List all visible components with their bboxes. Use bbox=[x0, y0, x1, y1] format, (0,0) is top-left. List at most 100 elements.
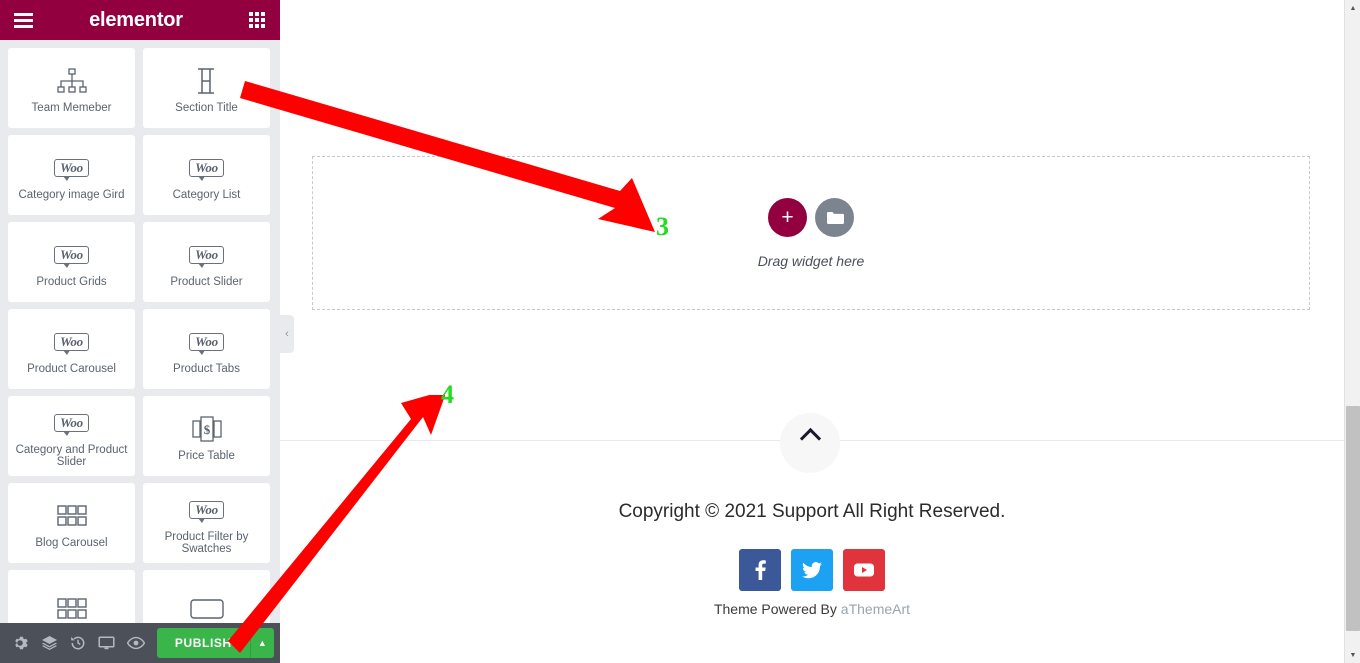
grid-dot bbox=[255, 24, 259, 28]
powered-by-text: Theme Powered By aThemeArt bbox=[280, 601, 1344, 617]
scroll-up-arrow[interactable]: ▲ bbox=[1345, 0, 1360, 16]
scroll-to-top-button[interactable] bbox=[780, 413, 840, 473]
woo-icon: Woo bbox=[54, 325, 89, 359]
grid-dot bbox=[261, 24, 265, 28]
responsive-icon[interactable] bbox=[92, 623, 121, 663]
widget-card-label: Product Grids bbox=[36, 276, 107, 288]
widget-card[interactable]: Woo Product Slider bbox=[143, 222, 270, 302]
heading-h-icon bbox=[192, 64, 222, 98]
widget-card-label: Category and Product Slider bbox=[15, 444, 128, 468]
widget-card[interactable]: Woo Product Carousel bbox=[8, 309, 135, 389]
youtube-button[interactable] bbox=[843, 549, 885, 591]
woo-badge: Woo bbox=[54, 159, 89, 181]
athemeart-link[interactable]: aThemeArt bbox=[841, 601, 910, 617]
grid-blocks-icon bbox=[56, 499, 87, 533]
grid-glyph bbox=[249, 12, 265, 28]
woo-icon: Woo bbox=[189, 238, 224, 272]
widget-card[interactable]: Woo Category image Gird bbox=[8, 135, 135, 215]
empty-section-dropzone[interactable]: + Drag widget here bbox=[312, 156, 1310, 310]
drag-widget-hint: Drag widget here bbox=[757, 252, 865, 269]
widget-card-label: Price Table bbox=[178, 450, 235, 462]
widget-card[interactable]: Team Memeber bbox=[8, 48, 135, 128]
widget-card[interactable]: Woo Product Tabs bbox=[143, 309, 270, 389]
annotation-number-3: 3 bbox=[656, 212, 669, 241]
page-canvas: + Drag widget here Copyright © 2021 Supp… bbox=[280, 0, 1344, 663]
woo-badge: Woo bbox=[189, 501, 224, 523]
hamburger-bar bbox=[13, 24, 33, 28]
history-glyph bbox=[71, 636, 85, 650]
grid-dot bbox=[249, 12, 253, 16]
widget-card-label: Blog Carousel bbox=[35, 537, 108, 549]
woo-icon: Woo bbox=[54, 238, 89, 272]
youtube-icon bbox=[854, 563, 874, 577]
widget-card[interactable]: $ Price Table bbox=[143, 396, 270, 476]
svg-text:$: $ bbox=[203, 422, 210, 437]
publish-options-caret[interactable]: ▲ bbox=[249, 628, 274, 658]
hamburger-menu-icon[interactable] bbox=[0, 0, 46, 40]
woo-badge: Woo bbox=[189, 333, 224, 355]
woo-icon: Woo bbox=[54, 406, 89, 440]
monitor-glyph bbox=[98, 636, 115, 650]
apps-grid-icon[interactable] bbox=[234, 0, 280, 40]
widget-card[interactable]: Blog Carousel bbox=[8, 483, 135, 563]
elementor-panel: elementor Team Memeber Section Title Woo Ca… bbox=[0, 0, 280, 663]
chevron-left-icon: ‹ bbox=[285, 328, 289, 340]
facebook-button[interactable] bbox=[739, 549, 781, 591]
woo-badge: Woo bbox=[54, 414, 89, 436]
eye-glyph bbox=[126, 636, 145, 650]
panel-footer-toolbar: PUBLISH ▲ bbox=[0, 623, 280, 663]
annotation-number-4: 4 bbox=[441, 380, 454, 409]
elementor-logo: elementor bbox=[89, 8, 183, 31]
folder-icon bbox=[826, 211, 844, 224]
woo-badge: Woo bbox=[189, 246, 224, 268]
woo-icon: Woo bbox=[189, 151, 224, 185]
widget-card[interactable]: Woo Product Grids bbox=[8, 222, 135, 302]
widget-card-label: Category image Gird bbox=[18, 189, 125, 201]
widget-card-label: Team Memeber bbox=[31, 102, 112, 114]
box-outline-icon bbox=[189, 592, 224, 626]
woo-badge: Woo bbox=[54, 333, 89, 355]
widget-card[interactable]: Section Title bbox=[143, 48, 270, 128]
copyright-text: Copyright © 2021 Support All Right Reser… bbox=[618, 501, 1006, 522]
grid-dot bbox=[261, 18, 265, 22]
add-template-button[interactable] bbox=[815, 197, 854, 237]
grid-dot bbox=[249, 18, 253, 22]
add-new-section-button[interactable]: + bbox=[768, 197, 807, 237]
woo-icon: Woo bbox=[189, 493, 224, 527]
grid-dot bbox=[255, 18, 259, 22]
grid-dot bbox=[255, 12, 259, 16]
scroll-down-arrow[interactable]: ▼ bbox=[1345, 647, 1360, 663]
publish-button[interactable]: PUBLISH bbox=[156, 628, 250, 658]
widget-card[interactable]: Woo Product Filter by Swatches bbox=[143, 483, 270, 563]
widget-card-label: Product Tabs bbox=[173, 363, 240, 375]
social-links bbox=[280, 549, 1344, 591]
twitter-button[interactable] bbox=[791, 549, 833, 591]
gear-glyph bbox=[15, 636, 29, 650]
panel-header: elementor bbox=[0, 0, 280, 40]
browser-scrollbar[interactable]: ▲ ▼ bbox=[1344, 0, 1360, 663]
panel-collapse-toggle[interactable]: ‹ bbox=[280, 315, 294, 353]
dropzone-buttons: + bbox=[768, 197, 854, 237]
widget-list[interactable]: Team Memeber Section Title Woo Category ima… bbox=[0, 40, 280, 663]
widget-card-label: Product Slider bbox=[170, 276, 243, 288]
widget-card-label: Product Carousel bbox=[27, 363, 116, 375]
scrollbar-thumb[interactable] bbox=[1346, 406, 1360, 631]
grid-blocks-icon bbox=[56, 592, 87, 626]
settings-icon[interactable] bbox=[6, 623, 35, 663]
preview-eye-icon[interactable] bbox=[121, 623, 150, 663]
widget-card-label: Section Title bbox=[175, 102, 238, 114]
chevron-up-icon bbox=[799, 427, 821, 450]
hamburger-bar bbox=[13, 12, 33, 16]
widget-card[interactable]: Woo Category and Product Slider bbox=[8, 396, 135, 476]
facebook-icon bbox=[755, 560, 766, 580]
layers-glyph bbox=[41, 636, 57, 650]
widget-card-label: Category List bbox=[172, 189, 241, 201]
elementor-editor: + Drag widget here Copyright © 2021 Supp… bbox=[0, 0, 1360, 663]
price-table-icon: $ bbox=[191, 412, 222, 446]
layers-icon[interactable] bbox=[35, 623, 64, 663]
grid-dot bbox=[249, 24, 253, 28]
widget-card[interactable]: Woo Category List bbox=[143, 135, 270, 215]
history-icon[interactable] bbox=[64, 623, 93, 663]
woo-icon: Woo bbox=[189, 325, 224, 359]
twitter-icon bbox=[802, 561, 822, 578]
